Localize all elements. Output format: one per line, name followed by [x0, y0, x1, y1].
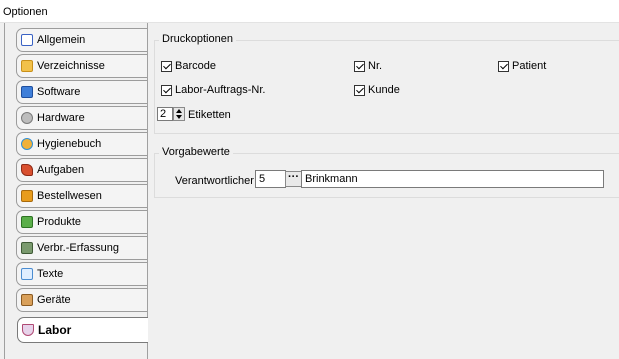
sidebar-item-label: Verzeichnisse [37, 60, 105, 72]
sidebar-item-label: Hygienebuch [37, 138, 102, 150]
kunde-checkbox[interactable]: Kunde [354, 84, 400, 96]
options-sidebar: Allgemein Verzeichnisse Software Hardwar… [0, 23, 150, 359]
patient-checkbox-label: Patient [512, 60, 547, 72]
patient-checkbox[interactable]: Patient [498, 60, 546, 72]
sidebar-item-label: Produkte [37, 216, 82, 228]
vorgabewerte-title: Vorgabewerte [159, 146, 233, 158]
druckoptionen-title: Druckoptionen [159, 33, 236, 45]
barcode-checkbox-box[interactable] [161, 60, 172, 72]
etiketten-count-stepper[interactable] [173, 107, 185, 121]
sidebar-item-produkte[interactable]: Produkte [16, 210, 147, 234]
text-document-icon [21, 268, 33, 280]
barcode-checkbox-label: Barcode [175, 60, 216, 72]
labor-auftrags-nr-checkbox[interactable]: Labor-Auftrags-Nr. [161, 84, 265, 96]
verantwortlicher-name-field: Brinkmann [301, 170, 604, 188]
kunde-checkbox-box[interactable] [354, 84, 365, 96]
sidebar-item-verzeichnisse[interactable]: Verzeichnisse [16, 54, 147, 78]
sidebar-item-label: Hardware [37, 112, 85, 124]
products-icon [21, 216, 33, 228]
sidebar-item-labor[interactable]: Labor [17, 317, 148, 343]
package-icon [21, 190, 33, 202]
sidebar-item-label: Geräte [37, 294, 71, 306]
etiketten-count-input[interactable]: 2 [157, 107, 173, 121]
verantwortlicher-lookup-button[interactable]: ··· [285, 171, 302, 187]
download-icon [21, 86, 33, 98]
window-title: Optionen [0, 0, 619, 23]
sidebar-item-geraete[interactable]: Geräte [16, 288, 147, 312]
sidebar-item-verbr-erfassung[interactable]: Verbr.-Erfassung [16, 236, 147, 260]
sidebar-border [4, 23, 5, 359]
stepper-down-icon[interactable] [176, 115, 182, 119]
sidebar-item-label: Software [37, 86, 81, 98]
nr-checkbox-box[interactable] [354, 60, 365, 72]
tasks-icon [21, 164, 33, 176]
lab-flask-icon [22, 324, 34, 336]
sidebar-item-aufgaben[interactable]: Aufgaben [16, 158, 147, 182]
gear-icon [21, 112, 33, 124]
sidebar-item-label: Labor [38, 323, 72, 337]
patient-checkbox-box[interactable] [498, 60, 509, 72]
labor-settings-panel: Druckoptionen Barcode Nr. Patient Labor-… [150, 23, 619, 359]
sidebar-item-label: Bestellwesen [37, 190, 102, 202]
kunde-checkbox-label: Kunde [368, 84, 400, 96]
folder-icon [21, 60, 33, 72]
stepper-up-icon[interactable] [176, 109, 182, 113]
sidebar-item-label: Verbr.-Erfassung [37, 242, 119, 254]
devices-icon [21, 294, 33, 306]
verantwortlicher-label: Verantwortlicher [175, 175, 254, 187]
shield-icon [21, 138, 33, 150]
sidebar-item-software[interactable]: Software [16, 80, 147, 104]
etiketten-label: Etiketten [188, 109, 231, 121]
labor-auftrags-nr-checkbox-label: Labor-Auftrags-Nr. [175, 84, 266, 96]
sidebar-item-label: Aufgaben [37, 164, 85, 176]
sidebar-item-bestellwesen[interactable]: Bestellwesen [16, 184, 147, 208]
sidebar-item-hardware[interactable]: Hardware [16, 106, 147, 130]
barcode-checkbox[interactable]: Barcode [161, 60, 216, 72]
sidebar-item-hygienebuch[interactable]: Hygienebuch [16, 132, 147, 156]
checklist-icon [21, 34, 33, 46]
nr-checkbox[interactable]: Nr. [354, 60, 382, 72]
nr-checkbox-label: Nr. [368, 60, 383, 72]
sidebar-border-right [147, 23, 148, 359]
sidebar-item-label: Allgemein [37, 34, 86, 46]
sidebar-item-label: Texte [37, 268, 64, 280]
verantwortlicher-id-field[interactable]: 5 [255, 170, 286, 188]
sidebar-item-allgemein[interactable]: Allgemein [16, 28, 147, 52]
labor-auftrags-nr-checkbox-box[interactable] [161, 84, 172, 96]
tap-icon [21, 242, 33, 254]
sidebar-item-texte[interactable]: Texte [16, 262, 147, 286]
